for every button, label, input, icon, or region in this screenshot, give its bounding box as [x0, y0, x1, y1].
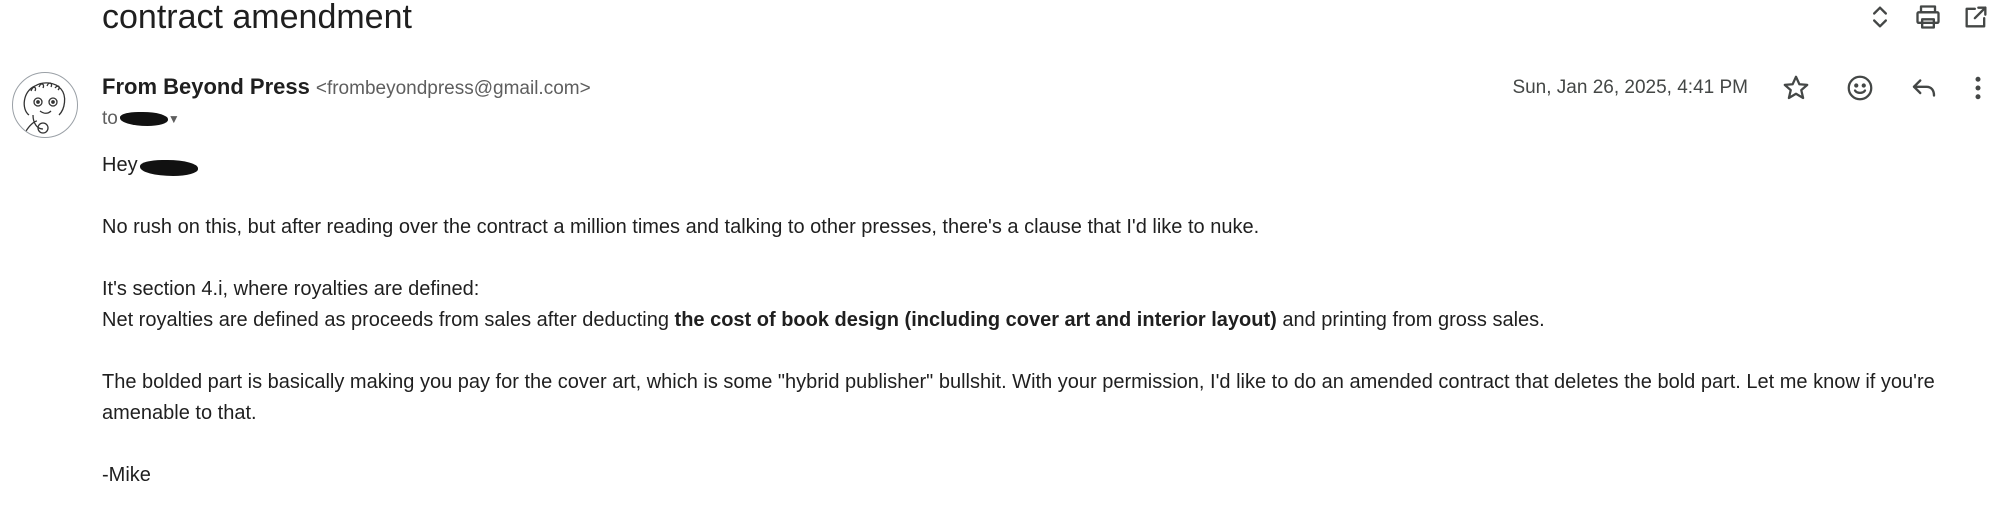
sender-line: From Beyond Press <frombeyondpress@gmail…: [102, 74, 591, 102]
cartoon-face-icon: [23, 82, 66, 134]
body-paragraph-2-line-1: It's section 4.i, where royalties are de…: [102, 278, 480, 300]
sender-email: <frombeyondpress@gmail.com>: [315, 78, 591, 99]
body-paragraph-2-line-2: Net royalties are defined as proceeds fr…: [102, 305, 1982, 336]
body-paragraph-1: No rush on this, but after reading over …: [102, 216, 1260, 238]
message-body: Hey No rush on this, but after reading o…: [102, 150, 1982, 491]
signature: -Mike: [102, 464, 151, 486]
greeting-text: Hey: [102, 154, 138, 176]
greeting-line: Hey: [102, 150, 1982, 181]
star-button[interactable]: [1764, 68, 1828, 108]
reply-button[interactable]: [1892, 68, 1956, 108]
emoji-reaction-icon: [1847, 75, 1873, 101]
redacted-name: [139, 159, 198, 176]
print-icon: [1916, 5, 1940, 29]
print-button[interactable]: [1904, 0, 1952, 34]
royalty-clause-end: and printing from gross sales.: [1276, 309, 1545, 331]
royalty-clause-bold: the cost of book design (including cover…: [674, 309, 1277, 331]
message-meta: Sun, Jan 26, 2025, 4:41 PM: [1512, 74, 2000, 102]
sender-name[interactable]: From Beyond Press: [102, 74, 310, 100]
to-label: to: [102, 108, 118, 129]
message-date: Sun, Jan 26, 2025, 4:41 PM: [1512, 77, 1748, 98]
body-paragraph-3: The bolded part is basically making you …: [102, 371, 1935, 424]
royalty-clause-text: Net royalties are defined as proceeds fr…: [102, 309, 675, 331]
expand-all-button[interactable]: [1856, 0, 1904, 34]
recipients-line: to ▼: [102, 108, 180, 130]
open-in-new-window-button[interactable]: [1952, 0, 2000, 34]
open-in-new-window-icon: [1965, 6, 1987, 28]
redacted-recipient: [119, 112, 168, 126]
more-options-button[interactable]: [1956, 68, 2000, 108]
subject-toolbar: [1856, 0, 2000, 34]
star-icon: [1783, 75, 1809, 100]
reply-icon: [1912, 79, 1936, 97]
email-subject: contract amendment: [102, 0, 412, 36]
more-options-icon: [1975, 76, 1981, 100]
expand-icon: [1873, 6, 1887, 28]
add-reaction-button[interactable]: [1828, 68, 1892, 108]
sender-avatar[interactable]: [12, 72, 78, 138]
recipient-details-dropdown[interactable]: ▼: [168, 112, 180, 126]
